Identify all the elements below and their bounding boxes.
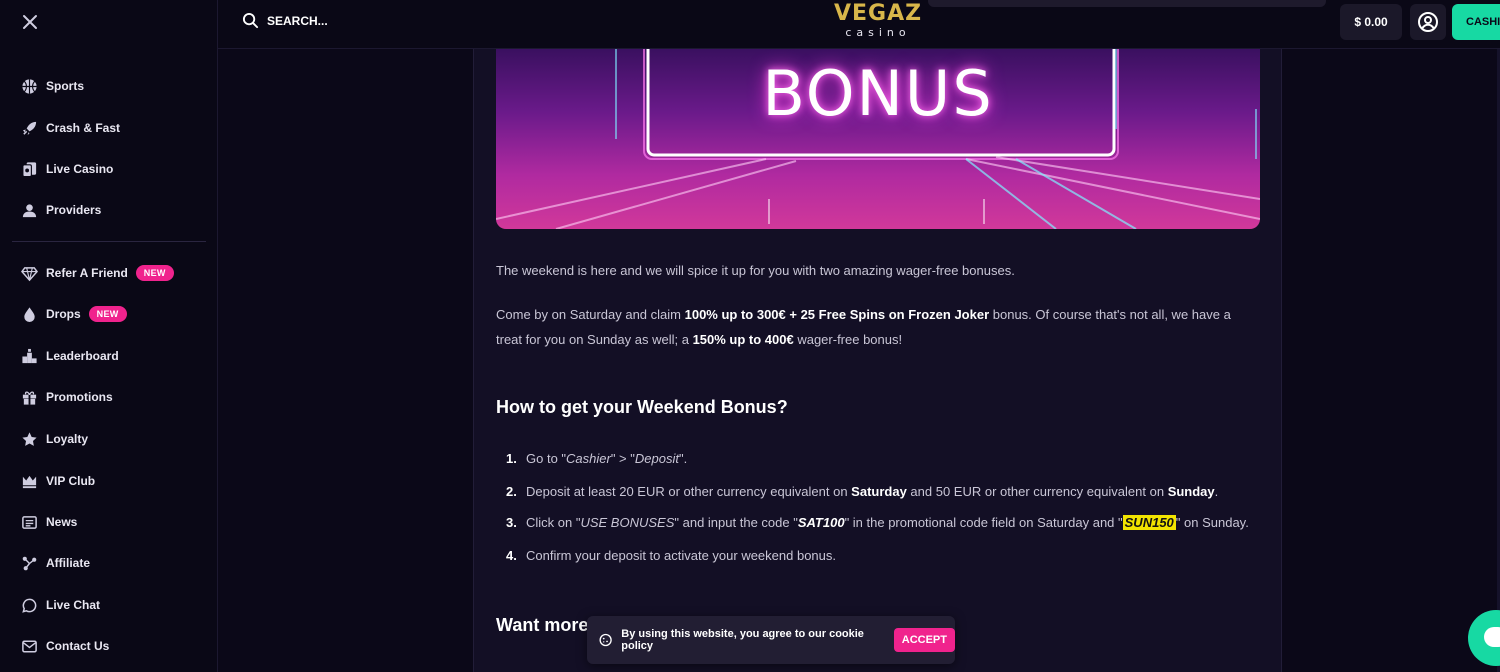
list-item: 2. Deposit at least 20 EUR or other curre…: [506, 484, 1219, 499]
search-icon: [242, 12, 259, 29]
sidebar-item-label: Contact Us: [46, 639, 110, 653]
sidebar-item-refer-a-friend[interactable]: Refer A Friend NEW: [20, 261, 174, 285]
podium-icon: [20, 347, 38, 365]
sidebar-item-news[interactable]: News: [20, 510, 77, 534]
sidebar-item-label: VIP Club: [46, 474, 96, 488]
sidebar-item-label: Affiliate: [46, 556, 91, 570]
sidebar-item-promotions[interactable]: Promotions: [20, 385, 113, 409]
drop-icon: [20, 305, 38, 323]
sidebar-item-label: Live Casino: [46, 162, 114, 176]
sidebar-item-label: Leaderboard: [46, 349, 119, 363]
sidebar-divider: [12, 241, 206, 242]
close-icon[interactable]: [20, 12, 40, 32]
accept-button[interactable]: ACCEPT: [893, 628, 955, 652]
balance-button[interactable]: $ 0.00: [1340, 4, 1402, 40]
crown-icon: [20, 472, 38, 490]
cards-icon: [20, 160, 38, 178]
live-chat-button[interactable]: [1468, 610, 1500, 666]
sidebar-item-loyalty[interactable]: Loyalty: [20, 427, 88, 451]
cookie-icon: [599, 633, 612, 647]
sidebar-item-label: Sports: [46, 79, 85, 93]
sidebar-item-contact-us[interactable]: Contact Us: [20, 634, 109, 658]
sidebar-item-providers[interactable]: Providers: [20, 198, 101, 222]
promo-code-sat: SAT100: [797, 515, 845, 530]
new-badge: NEW: [88, 306, 127, 322]
section-heading-2: Want more: [496, 615, 589, 635]
star-icon: [20, 430, 38, 448]
sidebar: Sports Crash & Fast Live Casino Provider…: [0, 0, 218, 672]
chat-icon: [20, 596, 38, 614]
search-button[interactable]: SEARCH...: [242, 12, 328, 29]
banner-title: BONUS: [762, 57, 994, 130]
sidebar-item-label: Live Chat: [46, 598, 101, 612]
sidebar-item-vip-club[interactable]: VIP Club: [20, 469, 95, 493]
new-badge: NEW: [135, 265, 174, 281]
sidebar-item-label: Refer A Friend: [46, 266, 128, 280]
sidebar-item-drops[interactable]: Drops NEW: [20, 302, 127, 326]
sidebar-item-sports[interactable]: Sports: [20, 74, 84, 98]
rocket-icon: [20, 119, 38, 137]
sidebar-item-label: Crash & Fast: [46, 121, 121, 135]
sidebar-item-affiliate[interactable]: Affiliate: [20, 551, 90, 575]
sidebar-item-live-casino[interactable]: Live Casino: [20, 157, 113, 181]
cookie-text: By using this website, you agree to our …: [621, 628, 864, 652]
sidebar-item-label: News: [46, 515, 78, 529]
basketball-icon: [20, 77, 38, 95]
sidebar-item-label: Drops: [46, 307, 81, 321]
sidebar-item-label: Promotions: [46, 390, 113, 404]
chat-bubble-icon: [1484, 627, 1500, 647]
cookie-banner: By using this website, you agree to our …: [587, 616, 955, 664]
promotion-article: BONUS The weekend is here and we will sp…: [473, 49, 1282, 672]
offer-paragraph: Come by on Saturday and claim 100% up to…: [496, 307, 1231, 347]
list-item: 1. Go to "Cashier" > "Deposit".: [506, 451, 688, 466]
gift-icon: [20, 388, 38, 406]
sidebar-item-label: Providers: [46, 203, 102, 217]
sidebar-item-label: Loyalty: [46, 432, 89, 446]
search-label: SEARCH...: [267, 13, 328, 28]
sidebar-item-live-chat[interactable]: Live Chat: [20, 593, 100, 617]
logo-main: VEGAZ: [833, 1, 923, 26]
weekend-bonus-banner: BONUS: [496, 49, 1260, 229]
list-item: 4. Confirm your deposit to activate your …: [506, 548, 837, 563]
account-button[interactable]: [1410, 4, 1446, 40]
top-header: SEARCH... VEGAZ casino $ 0.00 CASHIER: [218, 0, 1500, 49]
notification-strip: [928, 0, 1326, 7]
sidebar-item-crash-fast[interactable]: Crash & Fast: [20, 116, 120, 140]
cashier-button[interactable]: CASHIER: [1452, 4, 1500, 40]
user-circle-icon: [1418, 12, 1438, 32]
sidebar-item-leaderboard[interactable]: Leaderboard: [20, 344, 119, 368]
logo[interactable]: VEGAZ casino: [830, 2, 926, 40]
list-item: 3. Click on "USE BONUSES" and input the c…: [506, 515, 1249, 530]
network-icon: [20, 554, 38, 572]
intro-paragraph: The weekend is here and we will spice it…: [496, 263, 1015, 278]
diamond-icon: [20, 264, 38, 282]
promo-code-sun: SUN150: [1122, 515, 1176, 530]
newspaper-icon: [20, 513, 38, 531]
section-heading: How to get your Weekend Bonus?: [496, 397, 788, 417]
mail-icon: [20, 637, 38, 655]
person-icon: [20, 201, 38, 219]
logo-sub: casino: [845, 26, 911, 39]
